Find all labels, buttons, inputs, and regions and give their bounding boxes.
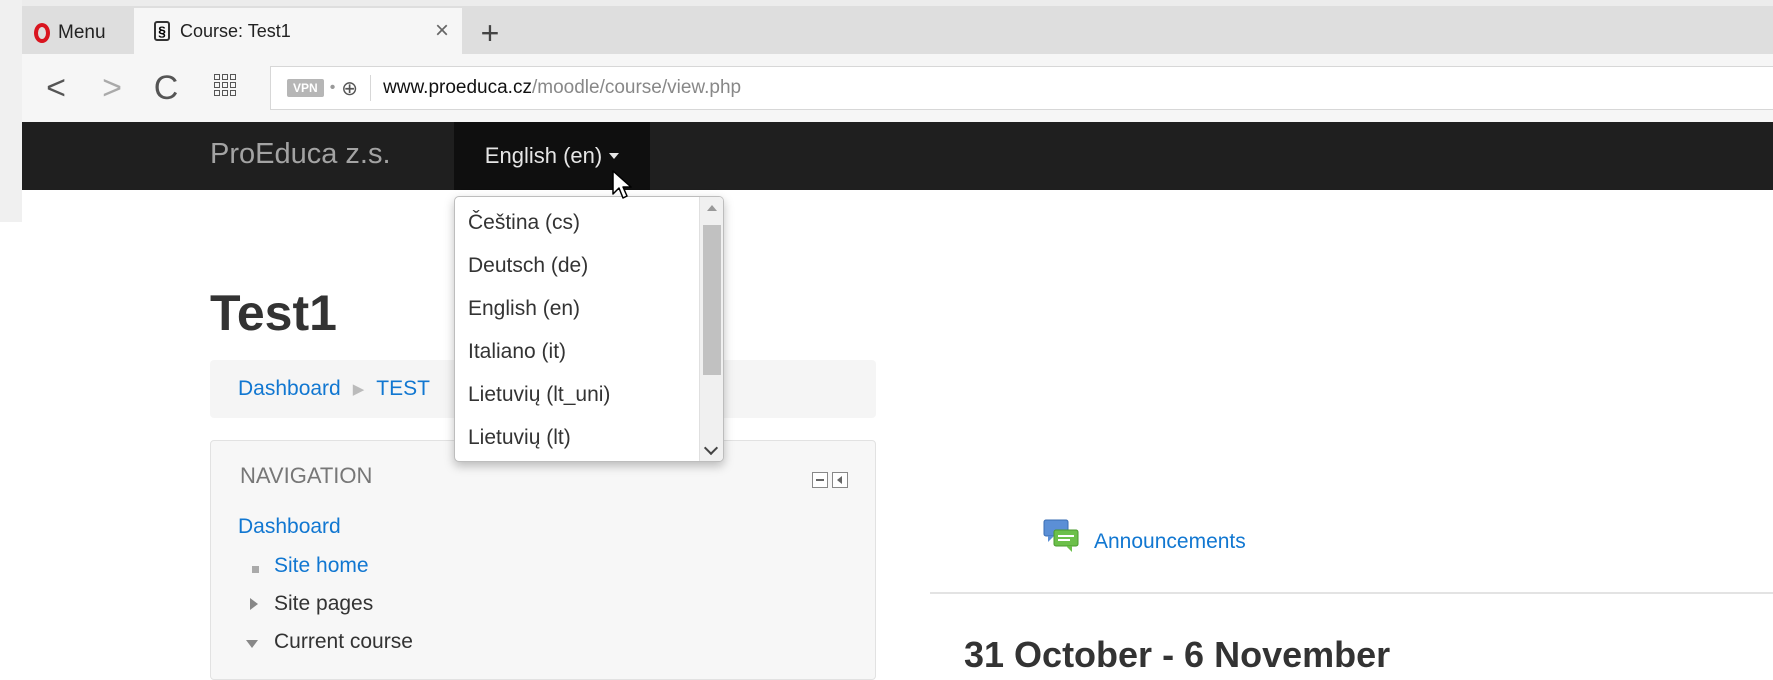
language-option-it[interactable]: Italiano (it) — [468, 340, 566, 364]
separator-dot: • — [329, 79, 336, 96]
scroll-up-icon[interactable] — [707, 205, 717, 211]
nav-item-current-course[interactable]: Current course — [274, 630, 413, 654]
forum-icon[interactable] — [1042, 518, 1080, 554]
tab-title: Course: Test1 — [180, 20, 291, 41]
language-option-de[interactable]: Deutsch (de) — [468, 254, 588, 278]
mouse-pointer-icon — [612, 170, 632, 199]
url-path: /moodle/course/view.php — [531, 77, 742, 98]
caret-down-icon — [609, 153, 620, 159]
announcements-link[interactable]: Announcements — [1094, 530, 1246, 554]
language-option-lt-uni[interactable]: Lietuvių (lt_uni) — [468, 383, 610, 407]
opera-menu-button[interactable]: Menu — [24, 12, 116, 54]
week-heading: 31 October - 6 November — [964, 634, 1391, 675]
window-left-edge — [0, 0, 22, 222]
language-option-en[interactable]: English (en) — [468, 297, 580, 321]
site-brand[interactable]: ProEduca z.s. — [210, 138, 391, 171]
language-option-cs[interactable]: Čeština (cs) — [468, 211, 580, 235]
url-text: www.proeduca.cz/moodle/course/view.php — [383, 77, 741, 99]
tab-close-icon[interactable]: × — [422, 17, 462, 45]
new-tab-button[interactable]: + — [470, 12, 510, 54]
url-divider — [370, 75, 372, 101]
opera-logo-icon — [34, 23, 50, 43]
block-dock-icon[interactable] — [832, 472, 848, 488]
nav-item-dashboard[interactable]: Dashboard — [238, 515, 341, 539]
scrollbar-thumb[interactable] — [703, 225, 721, 375]
breadcrumb-course[interactable]: TEST — [376, 377, 430, 401]
tab-strip-top-edge — [0, 0, 1773, 6]
language-option-lt[interactable]: Lietuvių (lt) — [468, 426, 571, 450]
back-button[interactable]: < — [36, 64, 76, 112]
page-title: Test1 — [210, 285, 337, 341]
tab-course-test1[interactable]: § Course: Test1 × — [134, 8, 462, 54]
section-divider — [930, 592, 1773, 594]
language-dropdown[interactable]: Čeština (cs) Deutsch (de) English (en) I… — [454, 196, 724, 462]
nav-item-site-home[interactable]: Site home — [274, 554, 369, 578]
expand-arrow-icon[interactable] — [250, 598, 258, 610]
block-collapse-icon[interactable] — [812, 472, 828, 488]
speed-dial-icon[interactable] — [214, 74, 236, 96]
dropdown-scrollbar[interactable] — [699, 197, 723, 461]
language-menu-label: English (en) — [484, 143, 603, 168]
vpn-badge[interactable]: VPN — [287, 79, 324, 97]
collapse-arrow-icon[interactable] — [246, 640, 258, 648]
globe-icon[interactable]: ⊕ — [341, 76, 358, 101]
url-field[interactable]: VPN • ⊕ www.proeduca.cz/moodle/course/vi… — [270, 66, 1773, 110]
reload-button[interactable]: C — [146, 64, 186, 112]
breadcrumb-separator-icon: ▶ — [352, 381, 365, 398]
breadcrumb-dashboard[interactable]: Dashboard — [238, 377, 341, 401]
forward-button[interactable]: > — [92, 64, 132, 112]
navigation-block-title: NAVIGATION — [240, 463, 373, 488]
moodle-favicon-icon: § — [154, 21, 170, 41]
scroll-down-icon[interactable] — [703, 440, 719, 456]
nav-item-site-pages[interactable]: Site pages — [274, 592, 373, 616]
bullet-icon — [252, 566, 259, 573]
opera-menu-label: Menu — [58, 22, 106, 43]
url-host: www.proeduca.cz — [383, 77, 532, 98]
